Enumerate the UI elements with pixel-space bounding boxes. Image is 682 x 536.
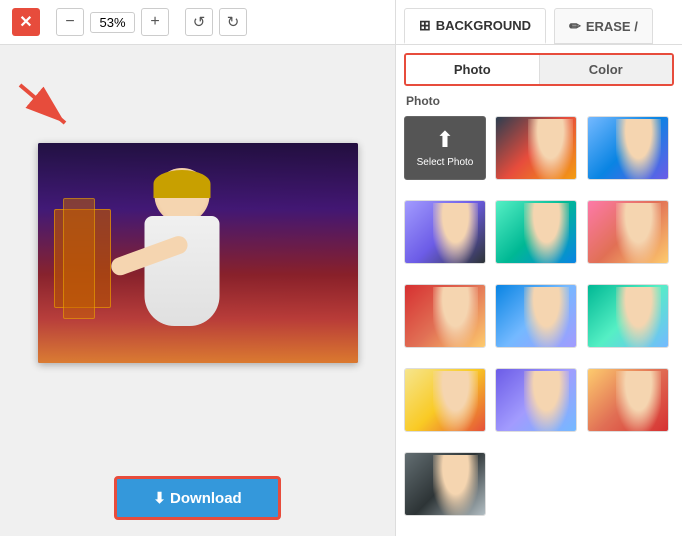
list-item[interactable]: [495, 284, 577, 348]
right-tabs: ⊞ BACKGROUND ✏ ERASE /: [396, 0, 682, 45]
list-item[interactable]: [495, 200, 577, 264]
layers-icon: ⊞: [419, 17, 431, 34]
list-item[interactable]: [404, 452, 486, 516]
city-background: [38, 143, 358, 363]
main-canvas-image: [38, 143, 358, 363]
left-panel: ✕ − 53% + ↺ ↻: [0, 0, 395, 536]
redo-button[interactable]: ↻: [219, 8, 247, 36]
bottom-bar: ⬇ Download: [0, 460, 395, 536]
undo-redo-controls: ↺ ↻: [185, 8, 247, 36]
undo-button[interactable]: ↺: [185, 8, 213, 36]
tab-erase[interactable]: ✏ ERASE /: [554, 8, 653, 44]
photo-section-label: Photo: [396, 86, 682, 112]
sub-tab-photo-button[interactable]: Photo: [406, 55, 539, 84]
list-item[interactable]: [495, 116, 577, 180]
list-item[interactable]: [404, 284, 486, 348]
list-item[interactable]: [587, 116, 669, 180]
list-item[interactable]: [587, 284, 669, 348]
list-item[interactable]: [587, 368, 669, 432]
close-button[interactable]: ✕: [12, 8, 40, 36]
list-item[interactable]: [404, 368, 486, 432]
upload-icon: ⬆: [436, 127, 454, 153]
select-photo-button[interactable]: ⬆ Select Photo: [404, 116, 486, 180]
eraser-icon: ✏: [569, 18, 581, 35]
right-panel: ⊞ BACKGROUND ✏ ERASE / Photo Color Photo…: [395, 0, 682, 536]
canvas-area: [0, 45, 395, 460]
photo-grid: ⬆ Select Photo: [396, 112, 682, 536]
zoom-controls: − 53% +: [56, 8, 169, 36]
toolbar: ✕ − 53% + ↺ ↻: [0, 0, 395, 45]
sub-tabs-wrapper: Photo Color: [404, 53, 674, 86]
zoom-in-button[interactable]: +: [141, 8, 169, 36]
tab-background[interactable]: ⊞ BACKGROUND: [404, 8, 546, 44]
list-item[interactable]: [495, 368, 577, 432]
download-button[interactable]: ⬇ Download: [114, 476, 280, 520]
zoom-display: 53%: [90, 12, 135, 33]
list-item[interactable]: [404, 200, 486, 264]
sub-tab-color-button[interactable]: Color: [539, 55, 673, 84]
list-item[interactable]: [587, 200, 669, 264]
zoom-out-button[interactable]: −: [56, 8, 84, 36]
red-arrow-indicator: [10, 75, 90, 135]
